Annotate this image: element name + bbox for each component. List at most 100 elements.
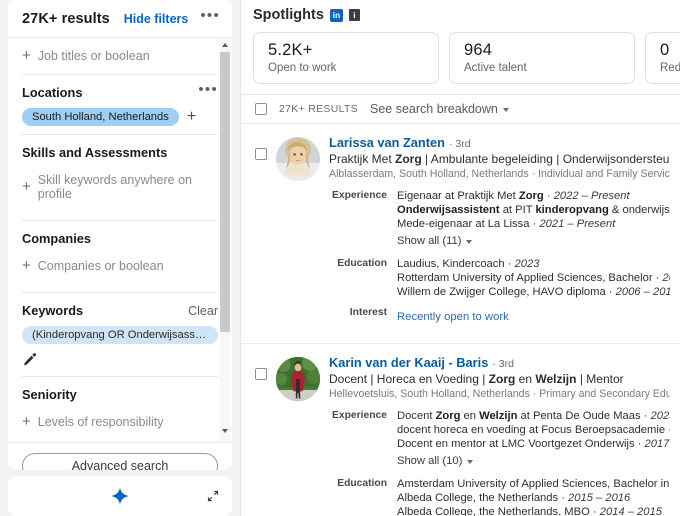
detail-line: Rotterdam University of Applied Sciences…	[397, 272, 670, 284]
hide-filters-button[interactable]: Hide filters	[124, 12, 189, 26]
advanced-search-button[interactable]: Advanced search	[22, 453, 218, 470]
sparkle-icon[interactable]	[110, 486, 130, 506]
scroll-up-arrow-icon[interactable]	[220, 39, 230, 50]
candidate-body: Karin van der Kaaij - Baris · 3rd Docent |…	[329, 355, 670, 516]
spotlight-card-open-to-work[interactable]: 5.2K+ Open to work	[253, 32, 439, 84]
chevron-down-icon	[466, 240, 473, 244]
interest-link[interactable]: Recently open to work	[397, 311, 509, 323]
filter-locations: Locations ••• South Holland, Netherlands…	[22, 75, 218, 134]
candidate-results-list: Larissa van Zanten · 3rd Praktijk Met Zorg…	[241, 124, 680, 516]
candidate-select-checkbox[interactable]	[255, 368, 267, 380]
scroll-down-arrow-icon[interactable]	[220, 425, 230, 436]
spotlight-label: Rediscovered candidates	[660, 62, 680, 74]
detail-line: docent horeca en voeding at Focus Beroep…	[397, 424, 670, 436]
detail-label-education: Education	[337, 258, 387, 269]
location-chip[interactable]: South Holland, Netherlands	[22, 108, 179, 126]
candidate-select-checkbox[interactable]	[255, 148, 267, 160]
show-all-experience-button[interactable]: Show all (10)	[397, 455, 474, 467]
plus-icon: +	[22, 413, 31, 430]
spotlight-card-active-talent[interactable]: 964 Active talent	[449, 32, 635, 84]
seniority-placeholder: Levels of responsibility	[37, 415, 164, 429]
candidate-name-link[interactable]: Karin van der Kaaij - Baris	[329, 355, 488, 370]
avatar[interactable]	[276, 357, 320, 401]
show-all-label: Show all (11)	[397, 235, 462, 247]
seniority-input[interactable]: + Levels of responsibility	[22, 404, 218, 440]
job-titles-input[interactable]: + Job titles or boolean	[22, 38, 218, 74]
info-icon[interactable]: i	[348, 9, 360, 21]
filter-skills: Skills and Assessments + Skill keywords …	[22, 135, 218, 220]
expand-icon[interactable]	[206, 489, 220, 503]
locations-more-icon[interactable]: •••	[198, 82, 218, 98]
filters-more-menu-icon[interactable]: •••	[200, 8, 220, 24]
filters-scrollbar-thumb[interactable]	[220, 52, 230, 332]
filters-card: 27K+ results Hide filters ••• + Job titl…	[8, 0, 232, 470]
filter-title-locations: Locations	[22, 85, 83, 100]
candidate-details: Experience Eigenaar at Praktijk Met Zorg …	[329, 189, 670, 325]
plus-icon: +	[22, 178, 31, 195]
candidate-card[interactable]: Karin van der Kaaij - Baris · 3rd Docent |…	[241, 344, 680, 516]
companies-input[interactable]: + Companies or boolean	[22, 248, 218, 284]
detail-row-experience: Experience Eigenaar at Praktijk Met Zorg …	[329, 189, 670, 249]
job-titles-placeholder: Job titles or boolean	[37, 49, 150, 63]
detail-row-experience: Experience Docent Zorg en Welzijn at Pent…	[329, 409, 670, 469]
detail-lines-experience: Eigenaar at Praktijk Met Zorg · 2022 – P…	[397, 189, 670, 249]
detail-label-experience: Experience	[332, 410, 387, 421]
detail-row-education: Education Amsterdam University of Applied…	[329, 477, 670, 516]
results-toolbar: 27K+ RESULTS See search breakdown	[241, 94, 680, 124]
candidate-location-industry: Hellevoetsluis, South Holland, Netherlan…	[329, 388, 670, 400]
results-count: 27K+ results	[22, 10, 110, 27]
spotlight-cards-row: 5.2K+ Open to work 964 Active talent 0 R…	[241, 23, 680, 94]
detail-line: Onderwijsassistent at PIT kinderopvang &…	[397, 204, 670, 216]
skills-input[interactable]: + Skill keywords anywhere on profile	[22, 162, 218, 212]
filter-title-keywords: Keywords	[22, 303, 84, 318]
filters-scroll-area: + Job titles or boolean Locations ••• So…	[8, 38, 232, 442]
results-count-label: 27K+ RESULTS	[279, 103, 358, 115]
detail-line: Laudius, Kindercoach · 2023	[397, 258, 540, 270]
breakdown-label: See search breakdown	[369, 102, 498, 116]
connection-degree: · 3rd	[492, 358, 514, 370]
plus-icon: +	[22, 257, 31, 274]
spotlight-value: 5.2K+	[268, 41, 313, 59]
detail-line: Docent en mentor at LMC Voortgezet Onder…	[397, 438, 670, 450]
detail-label-experience: Experience	[332, 190, 387, 201]
keyword-chip[interactable]: (Kinderopvang OR Onderwijsassistent OR .…	[22, 326, 218, 344]
ai-assistant-bar[interactable]	[8, 475, 232, 516]
edit-pencil-icon[interactable]	[22, 352, 38, 368]
select-all-checkbox[interactable]	[255, 103, 267, 115]
spotlights-title: Spotlights	[253, 7, 324, 23]
plus-icon: +	[22, 47, 31, 64]
spotlight-label: Active talent	[464, 62, 527, 74]
see-search-breakdown-button[interactable]: See search breakdown	[370, 102, 509, 116]
filter-seniority: Seniority + Levels of responsibility	[22, 377, 218, 442]
detail-line: Albeda College, the Netherlands · 2015 –…	[397, 492, 631, 504]
filters-header: 27K+ results Hide filters •••	[8, 0, 232, 38]
recruiter-search-page: 27K+ results Hide filters ••• + Job titl…	[0, 0, 680, 516]
keywords-clear-button[interactable]: Clear	[188, 304, 218, 318]
spotlight-value: 964	[464, 41, 493, 59]
filter-title-skills: Skills and Assessments	[22, 145, 168, 160]
detail-label-education: Education	[337, 478, 387, 489]
avatar[interactable]	[276, 137, 320, 181]
detail-line: Albeda College, the Netherlands, MBO · 2…	[397, 506, 662, 516]
candidate-card[interactable]: Larissa van Zanten · 3rd Praktijk Met Zorg…	[241, 124, 680, 344]
candidate-location-industry: Alblasserdam, South Holland, Netherlands…	[329, 168, 670, 180]
spotlight-card-rediscovered-candidates[interactable]: 0 Rediscovered candidates	[645, 32, 680, 84]
detail-row-education: Education Laudius, Kindercoach · 2023 Rott…	[329, 257, 670, 299]
candidate-name-row: Karin van der Kaaij - Baris · 3rd	[329, 355, 670, 370]
filter-companies: Companies + Companies or boolean	[22, 221, 218, 292]
filters-panel: 27K+ results Hide filters ••• + Job titl…	[0, 0, 240, 516]
companies-placeholder: Companies or boolean	[37, 259, 164, 273]
spotlights-header: Spotlights in i	[241, 0, 680, 23]
chevron-down-icon	[467, 460, 474, 464]
add-location-icon[interactable]: +	[187, 109, 196, 125]
candidate-name-link[interactable]: Larissa van Zanten	[329, 135, 445, 150]
detail-lines-education: Laudius, Kindercoach · 2023 Rotterdam Uni…	[397, 257, 670, 299]
show-all-experience-button[interactable]: Show all (11)	[397, 235, 473, 247]
linkedin-logo-icon: in	[329, 8, 343, 22]
detail-line: Willem de Zwijger College, HAVO diploma …	[397, 286, 670, 298]
skills-placeholder: Skill keywords anywhere on profile	[37, 173, 193, 201]
detail-line: Amsterdam University of Applied Sciences…	[397, 478, 670, 490]
detail-lines-interest: Recently open to work	[397, 307, 670, 325]
show-all-label: Show all (10)	[397, 455, 463, 467]
detail-lines-education: Amsterdam University of Applied Sciences…	[397, 477, 670, 516]
